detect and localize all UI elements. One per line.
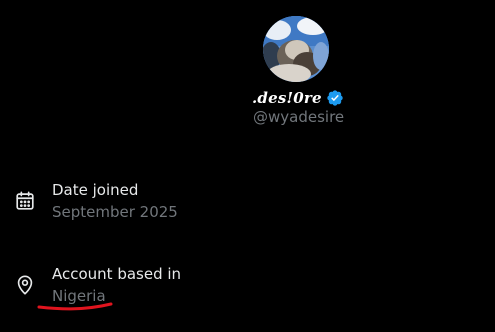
display-name: .des!0re: [252, 89, 322, 107]
display-name-row: .des!0re: [252, 87, 344, 109]
account-based-in-label: Account based in: [52, 265, 182, 283]
date-joined-row: Date joined September 2025: [14, 181, 474, 225]
avatar[interactable]: [263, 16, 329, 82]
verified-badge-icon[interactable]: [326, 89, 344, 107]
location-pin-icon: [14, 274, 36, 296]
date-joined-label: Date joined: [52, 181, 139, 199]
calendar-icon: [14, 190, 36, 212]
date-joined-value: September 2025: [52, 203, 178, 221]
handle: @wyadesire: [253, 108, 345, 126]
avatar-photo: [263, 16, 329, 82]
red-underline-annotation: [37, 300, 115, 314]
